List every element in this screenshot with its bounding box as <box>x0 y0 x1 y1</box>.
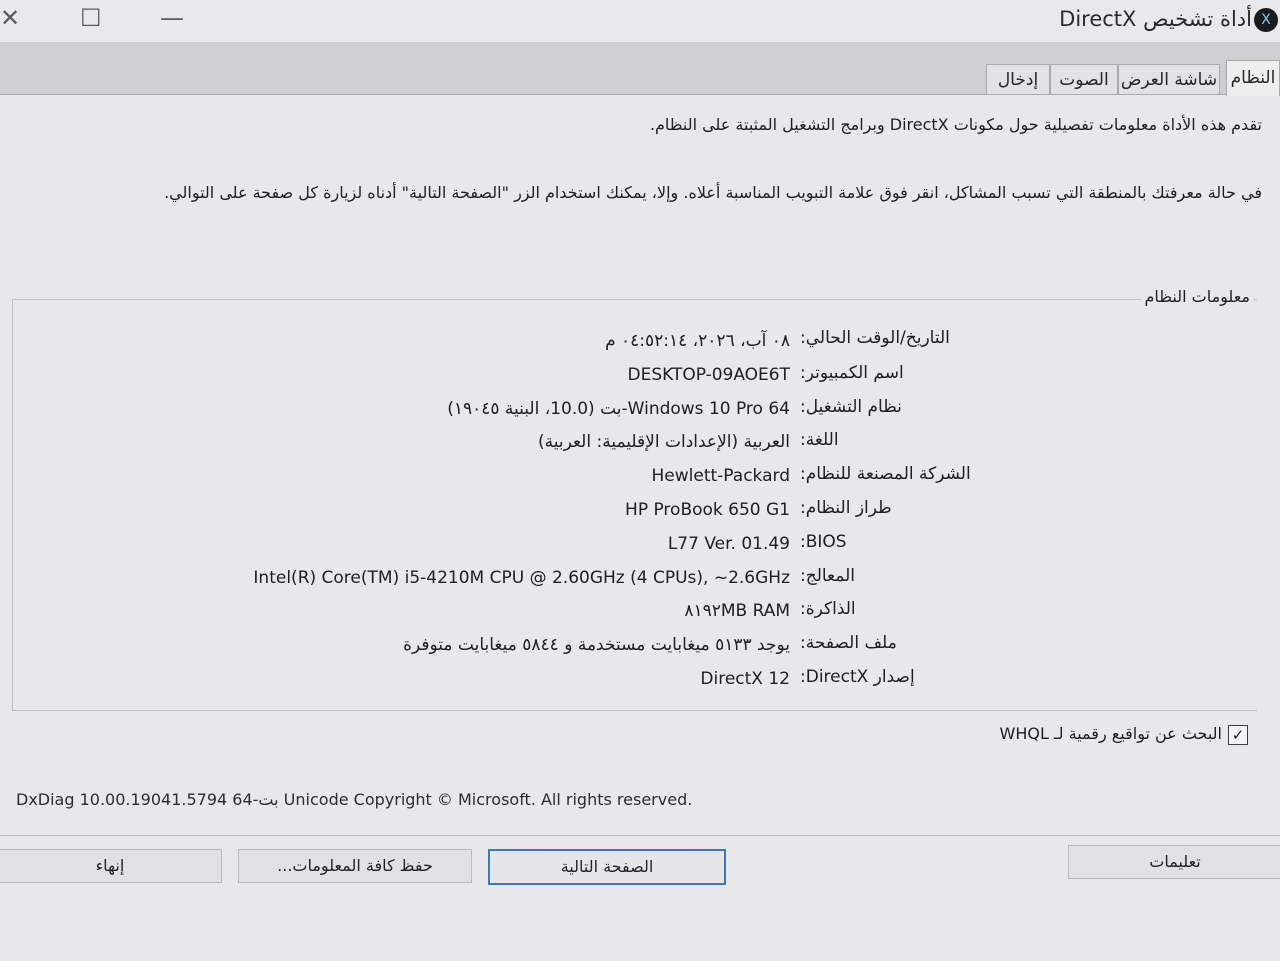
system-tab-panel: تقدم هذه الأداة معلومات تفصيلية حول مكون… <box>0 94 1280 961</box>
system-manufacturer-label: الشركة المصنعة للنظام: <box>800 464 971 484</box>
footer-divider <box>0 835 1280 836</box>
whql-checkbox-label: البحث عن تواقيع رقمية لـ WHQL <box>999 724 1222 743</box>
save-all-information-button[interactable]: حفظ كافة المعلومات... <box>238 849 472 883</box>
date-time-label: التاريخ/الوقت الحالي: <box>800 328 950 348</box>
system-manufacturer-value: Hewlett-Packard <box>651 466 791 486</box>
close-icon[interactable]: ✕ <box>0 4 20 32</box>
processor-value: Intel(R) Core(TM) i5-4210M CPU @ 2.60GHz… <box>253 568 790 588</box>
computer-name-value: DESKTOP-09AOE6T <box>627 365 790 385</box>
computer-name-label: اسم الكمبيوتر: <box>800 363 904 383</box>
intro-line-1: تقدم هذه الأداة معلومات تفصيلية حول مكون… <box>649 115 1262 134</box>
directx-version-value: DirectX 12 <box>700 669 790 689</box>
system-model-value: HP ProBook 650 G1 <box>625 500 790 520</box>
language-label: اللغة: <box>800 430 839 450</box>
directx-app-icon: X <box>1254 8 1278 32</box>
maximize-icon[interactable]: ☐ <box>80 4 102 32</box>
next-page-button[interactable]: الصفحة التالية <box>488 849 726 885</box>
language-value: العربية (الإعدادات الإقليمية: العربية) <box>537 432 790 452</box>
memory-value: ٨١٩٢MB RAM <box>684 601 790 621</box>
copyright-footer: DxDiag 10.00.19041.5794 64-بت Unicode Co… <box>16 790 693 809</box>
memory-label: الذاكرة: <box>800 599 856 619</box>
exit-button[interactable]: إنهاء <box>0 849 222 883</box>
page-file-value: يوجد ٥١٣٣ ميغابايت مستخدمة و ٥٨٤٤ ميغابا… <box>403 635 790 655</box>
directx-version-label: إصدار DirectX: <box>800 667 915 687</box>
system-model-label: طراز النظام: <box>800 498 892 518</box>
tab-system[interactable]: النظام <box>1226 60 1280 96</box>
title-bar: X أداة تشخيص DirectX ✕ ☐ — <box>0 0 1280 43</box>
page-file-label: ملف الصفحة: <box>800 633 897 653</box>
help-button[interactable]: تعليمات <box>1068 845 1280 879</box>
tab-input[interactable]: إدخال <box>986 64 1050 95</box>
bios-label: BIOS: <box>800 532 847 552</box>
operating-system-label: نظام التشغيل: <box>800 397 902 417</box>
processor-label: المعالج: <box>800 566 855 586</box>
date-time-value: ٠٨ آب، ٢٠٢٦، ٠٤:٥٢:١٤ م <box>605 331 790 351</box>
tab-sound[interactable]: الصوت <box>1050 64 1118 95</box>
operating-system-value: Windows 10 Pro 64-بت (10.0، البنية ١٩٠٤٥… <box>447 399 790 419</box>
minimize-icon[interactable]: — <box>160 4 184 32</box>
window-title: أداة تشخيص DirectX <box>1059 7 1252 31</box>
intro-line-2: في حالة معرفتك بالمنطقة التي تسبب المشاك… <box>164 183 1262 202</box>
whql-checkbox[interactable]: ✓ <box>1228 725 1248 745</box>
tab-display[interactable]: شاشة العرض <box>1118 64 1220 95</box>
bios-value: L77 Ver. 01.49 <box>667 534 790 554</box>
system-info-group-label: معلومات النظام <box>1140 287 1254 306</box>
